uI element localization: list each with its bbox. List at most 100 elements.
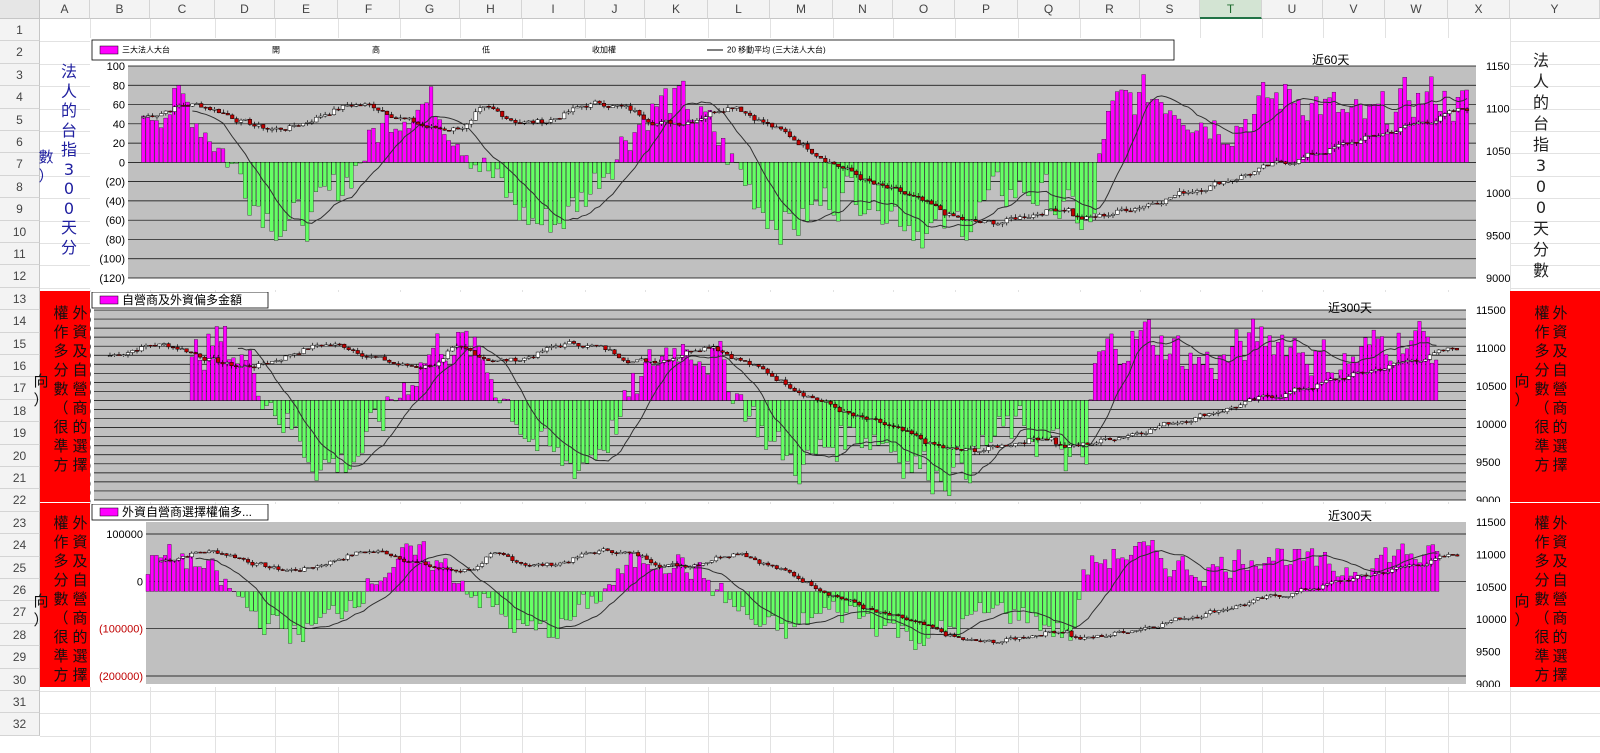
candle-body [405,363,410,366]
row-header-1[interactable]: 1 [0,19,40,42]
row-header-11[interactable]: 11 [0,243,40,266]
bar [650,103,655,163]
candle-body [172,559,177,562]
bar [739,394,744,401]
column-header-p[interactable]: P [955,0,1018,19]
bar [778,162,783,245]
candle-body [887,424,892,427]
candle-body [1049,437,1054,441]
candle-body [1198,413,1203,418]
spreadsheet-sheet[interactable]: ABCDEFGHIJKLMNOPQRSTUVWXY 1 2 3 4 5 6 7 8 9 10 11 1… [0,0,1600,753]
column-header-k[interactable]: K [645,0,708,19]
bar [1323,98,1328,163]
candle-body [1103,438,1108,440]
chart-dealer-foreign-amount[interactable]: 1009080706050403020100(10)(20)(30)(40)(5… [90,292,1510,502]
bar [206,333,211,401]
bar [614,400,619,435]
candle-body [987,639,992,642]
row-header-29[interactable]: 29 [0,646,40,669]
column-header-x[interactable]: X [1448,0,1510,19]
row-header-32[interactable]: 32 [0,713,40,736]
column-header-u[interactable]: U [1262,0,1323,19]
label-char: 商 [72,609,88,627]
bar [197,566,202,592]
column-header-d[interactable]: D [215,0,275,19]
chart-options-bias[interactable]: 1000000(100000)(200000) 1150011000105001… [90,504,1510,687]
bar [296,162,301,200]
candle-body [1047,630,1052,633]
row-header-21[interactable]: 21 [0,467,40,490]
right-tick-label: 9000 [1476,495,1500,502]
row-header-5[interactable]: 5 [0,108,40,131]
row-header-30[interactable]: 30 [0,668,40,691]
column-header-y[interactable]: Y [1510,0,1600,19]
candle-body [981,450,986,452]
row-header-23[interactable]: 23 [0,511,40,535]
row-header-9[interactable]: 9 [0,198,40,221]
label-char: 人 [1532,72,1549,91]
column-header-i[interactable]: I [522,0,585,19]
select-all-corner[interactable] [0,0,40,19]
candle-body [296,125,301,127]
row-header-6[interactable]: 6 [0,131,40,154]
column-header-w[interactable]: W [1385,0,1448,19]
row-header-25[interactable]: 25 [0,556,40,579]
column-header-a[interactable]: A [40,0,90,19]
row-header-22[interactable]: 22 [0,489,40,512]
column-header-t[interactable]: T [1200,0,1262,19]
candle-body [632,110,637,112]
chart-institutional-futures[interactable]: 100806040200(20)(40)(60)(80)(100)(120) 1… [90,38,1510,290]
bar [560,400,565,466]
label-char: 資 [72,323,88,341]
bar [389,399,394,401]
bar [933,162,938,220]
candle-body [469,120,474,125]
bar [995,162,1000,173]
candle-body [454,345,459,348]
candle-body [1082,636,1087,640]
row-header-31[interactable]: 31 [0,691,40,714]
column-header-q[interactable]: Q [1018,0,1080,19]
row-header-7[interactable]: 7 [0,153,40,176]
bar [198,360,203,401]
row-header-12[interactable]: 12 [0,265,40,288]
bar [723,591,728,604]
column-header-f[interactable]: F [338,0,400,19]
column-header-v[interactable]: V [1323,0,1385,19]
row-header-3[interactable]: 3 [0,63,40,87]
row-header-15[interactable]: 15 [0,332,40,355]
column-header-j[interactable]: J [585,0,645,19]
candle-body [532,564,537,567]
row-header-4[interactable]: 4 [0,86,40,109]
column-header-c[interactable]: C [150,0,215,19]
row-header-24[interactable]: 24 [0,534,40,557]
column-header-e[interactable]: E [275,0,338,19]
bar [1205,351,1210,401]
column-header-b[interactable]: B [90,0,150,19]
column-header-h[interactable]: H [460,0,522,19]
candle-body [360,353,365,357]
column-header-n[interactable]: N [833,0,893,19]
label-char: 準 [53,647,69,665]
bar [568,400,573,464]
bar [281,400,286,433]
row-header-2[interactable]: 2 [0,41,40,64]
row-header-20[interactable]: 20 [0,444,40,467]
right-tick-label: 11000 [1476,549,1506,561]
candle-body [1264,595,1269,599]
row-header-8[interactable]: 8 [0,175,40,199]
bar [1228,577,1233,592]
column-header-o[interactable]: O [893,0,955,19]
bar [301,591,306,642]
column-header-s[interactable]: S [1140,0,1200,19]
row-header-14[interactable]: 14 [0,310,40,333]
column-header-r[interactable]: R [1080,0,1140,19]
column-header-l[interactable]: L [708,0,770,19]
column-header-g[interactable]: G [400,0,460,19]
row-header-19[interactable]: 19 [0,422,40,445]
candle-body [982,640,987,643]
bar [620,573,625,592]
column-header-m[interactable]: M [770,0,833,19]
row-header-10[interactable]: 10 [0,220,40,243]
row-header-13[interactable]: 13 [0,287,40,311]
